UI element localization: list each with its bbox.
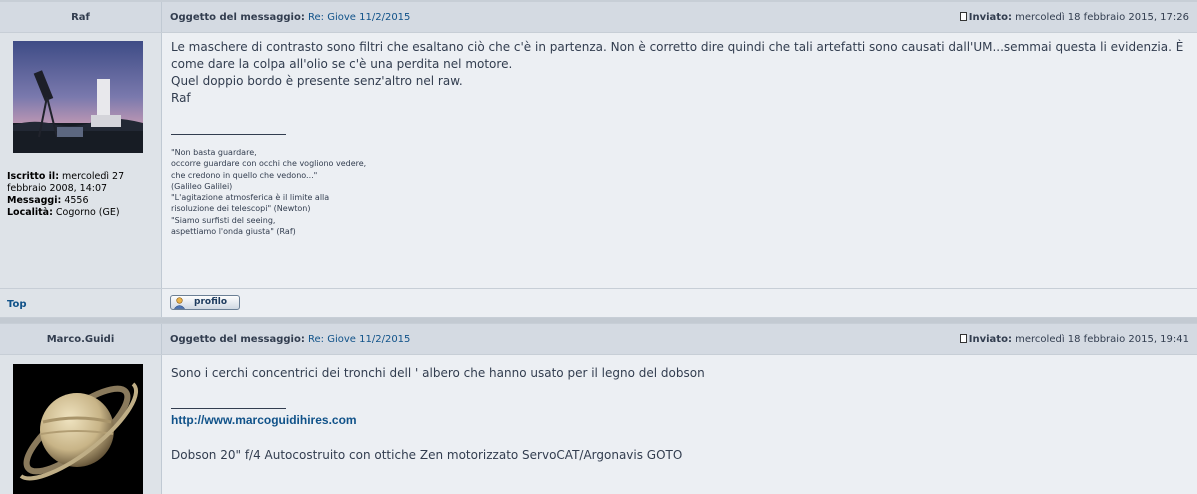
author-cell: Marco.Guidi	[0, 324, 162, 354]
top-cell: Top	[0, 289, 162, 317]
post-header: Raf Oggetto del messaggio: Re: Giove 11/…	[0, 2, 1197, 32]
user-info: Iscritto il: mercoledì 27 febbraio 2008,…	[7, 171, 147, 219]
post-body-row: Sono i cerchi concentrici dei tronchi de…	[0, 355, 1197, 494]
signature-line: occorre guardare con occhi che vogliono …	[171, 159, 367, 169]
author-cell: Raf	[0, 2, 162, 32]
joined-label: Iscritto il:	[7, 171, 59, 182]
location-label: Località:	[7, 207, 53, 218]
post-icon[interactable]	[959, 12, 967, 21]
signature-text: Dobson 20" f/4 Autocostruito con ottiche…	[171, 448, 683, 462]
subject-label: Oggetto del messaggio:	[170, 12, 305, 23]
post-date: Inviato: mercoledì 18 febbraio 2015, 19:…	[959, 334, 1189, 345]
signature-link[interactable]: http://www.marcoguidihires.com	[171, 413, 357, 427]
post-subject: Oggetto del messaggio: Re: Giove 11/2/20…	[170, 334, 410, 345]
telescope-twilight-photo-icon	[13, 41, 143, 153]
post-content-cell: Sono i cerchi concentrici dei tronchi de…	[162, 355, 1197, 494]
posted-date: mercoledì 18 febbraio 2015, 19:41	[1015, 334, 1189, 345]
avatar	[13, 364, 143, 494]
post-line: Raf	[171, 91, 191, 105]
signature-line: "Siamo surfisti del seeing,	[171, 215, 276, 225]
actions-cell: profilo	[162, 289, 1197, 317]
avatar	[13, 41, 143, 153]
saturn-photo-icon	[13, 364, 143, 494]
post-date: Inviato: mercoledì 18 febbraio 2015, 17:…	[959, 12, 1189, 23]
post-separator	[0, 318, 1197, 323]
forum-topic-view: Raf Oggetto del messaggio: Re: Giove 11/…	[0, 0, 1197, 494]
post-footer: Top profilo	[0, 289, 1197, 317]
profile-cell	[0, 355, 162, 494]
signature-line: "L'agitazione atmosferica è il limite al…	[171, 193, 330, 203]
post-subject: Oggetto del messaggio: Re: Giove 11/2/20…	[170, 12, 410, 23]
signature-line: aspettiamo l'onda giusta" (Raf)	[171, 227, 296, 237]
subject-link[interactable]: Re: Giove 11/2/2015	[308, 334, 410, 345]
author-name[interactable]: Marco.Guidi	[0, 334, 161, 345]
post-header: Marco.Guidi Oggetto del messaggio: Re: G…	[0, 324, 1197, 354]
subject-cell: Oggetto del messaggio: Re: Giove 11/2/20…	[162, 324, 1197, 354]
post-content-cell: Le maschere di contrasto sono filtri che…	[162, 33, 1197, 288]
signature-line: risoluzione dei telescopi" (Newton)	[171, 204, 311, 214]
signature-line: che credono in quello che vedono..."	[171, 170, 318, 180]
post-line: Le maschere di contrasto sono filtri che…	[171, 40, 1184, 54]
post-text: Le maschere di contrasto sono filtri che…	[171, 39, 1186, 237]
signature-line: (Galileo Galilei)	[171, 181, 233, 191]
post-line: Sono i cerchi concentrici dei tronchi de…	[171, 366, 705, 380]
subject-link[interactable]: Re: Giove 11/2/2015	[308, 12, 410, 23]
messages-label: Messaggi:	[7, 195, 62, 206]
messages-count: 4556	[64, 195, 89, 206]
post-line: Quel doppio bordo è presente senz'altro …	[171, 74, 463, 88]
signature: "Non basta guardare, occorre guardare co…	[171, 147, 1186, 237]
subject-label: Oggetto del messaggio:	[170, 334, 305, 345]
posted-label: Inviato:	[968, 12, 1012, 23]
posted-date: mercoledì 18 febbraio 2015, 17:26	[1015, 12, 1189, 23]
top-link[interactable]: Top	[7, 299, 27, 310]
post-line: come dare la colpa all'olio se c'è una p…	[171, 57, 513, 71]
profile-cell: Iscritto il: mercoledì 27 febbraio 2008,…	[0, 33, 162, 288]
post-body-row: Iscritto il: mercoledì 27 febbraio 2008,…	[0, 33, 1197, 288]
post-icon[interactable]	[959, 334, 967, 343]
user-icon	[174, 297, 185, 309]
profile-label: profilo	[194, 297, 228, 307]
post-text: Sono i cerchi concentrici dei tronchi de…	[171, 365, 1186, 464]
signature-line: "Non basta guardare,	[171, 148, 257, 157]
author-name[interactable]: Raf	[0, 12, 161, 23]
subject-cell: Oggetto del messaggio: Re: Giove 11/2/20…	[162, 2, 1197, 32]
location-value: Cogorno (GE)	[55, 207, 120, 218]
profile-button[interactable]: profilo	[170, 295, 240, 310]
posted-label: Inviato:	[968, 334, 1012, 345]
